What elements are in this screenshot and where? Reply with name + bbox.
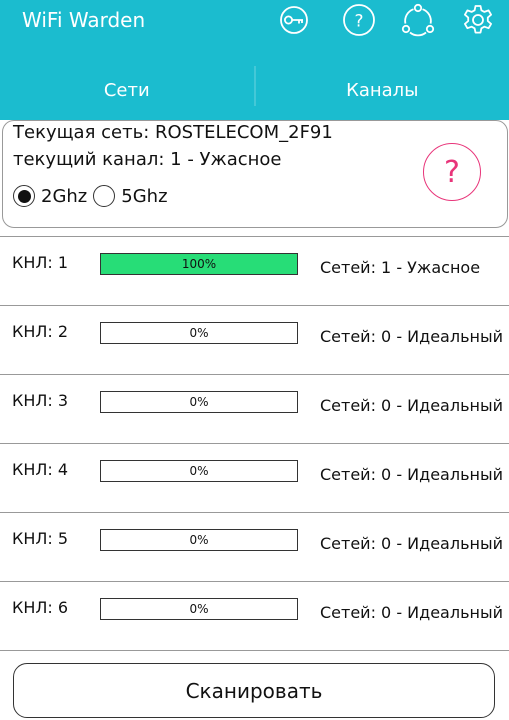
usage-bar: 0% <box>100 391 298 413</box>
network-count: Сетей: 1 - Ужасное <box>320 258 481 277</box>
usage-bar: 100% <box>100 253 298 275</box>
settings-icon[interactable] <box>460 2 496 38</box>
channel-label: КНЛ: 5 <box>12 529 69 548</box>
current-network-card: Текущая сеть: ROSTELECOM_2F91 текущий ка… <box>2 120 508 228</box>
radio-selected-dot <box>17 189 31 203</box>
current-network-text: Текущая сеть: ROSTELECOM_2F91 <box>13 122 333 143</box>
usage-percent: 0% <box>189 533 209 547</box>
channel-label: КНЛ: 2 <box>12 322 69 341</box>
channel-row: КНЛ: 3 0% Сетей: 0 - Идеальный <box>0 374 509 443</box>
network-count: Сетей: 0 - Идеальный <box>320 603 504 622</box>
app-bar: WiFi Warden ? Сети Каналы <box>0 0 509 120</box>
radio-5ghz[interactable] <box>93 185 116 207</box>
current-channel-text: текущий канал: 1 - Ужасное <box>13 149 282 170</box>
channel-label: КНЛ: 3 <box>12 391 69 410</box>
network-count: Сетей: 0 - Идеальный <box>320 534 504 553</box>
usage-bar: 0% <box>100 529 298 551</box>
channel-row: КНЛ: 1 100% Сетей: 1 - Ужасное <box>0 236 509 305</box>
network-count: Сетей: 0 - Идеальный <box>320 327 504 346</box>
usage-bar: 0% <box>100 598 298 620</box>
usage-percent: 0% <box>189 326 209 340</box>
usage-percent: 100% <box>181 257 217 271</box>
channel-label: КНЛ: 4 <box>12 460 69 479</box>
channel-row: КНЛ: 4 0% Сетей: 0 - Идеальный <box>0 443 509 512</box>
channel-row: КНЛ: 2 0% Сетей: 0 - Идеальный <box>0 305 509 374</box>
usage-percent: 0% <box>189 602 209 616</box>
help-icon[interactable]: ? <box>341 2 377 38</box>
channel-label: КНЛ: 6 <box>12 598 69 617</box>
channel-row: КНЛ: 70%Сетей: 0 - <box>0 650 509 662</box>
app-title: WiFi Warden <box>22 8 146 32</box>
tab-bar: Сети Каналы <box>0 60 509 120</box>
usage-percent: 0% <box>189 395 209 409</box>
network-count: Сетей: 0 - Идеальный <box>320 465 504 484</box>
network-count: Сетей: 0 - Идеальный <box>320 396 504 415</box>
share-icon[interactable] <box>400 2 436 38</box>
tab-channels[interactable]: Каналы <box>256 60 509 120</box>
channel-row: КНЛ: 5 0% Сетей: 0 - Идеальный <box>0 512 509 581</box>
scan-button[interactable]: Сканировать <box>13 663 495 718</box>
channel-label: КНЛ: 1 <box>12 253 69 272</box>
help-button[interactable]: ? <box>423 143 481 201</box>
channel-list[interactable]: КНЛ: 1 100% Сетей: 1 - Ужасное КНЛ: 2 0% Сете… <box>0 236 509 662</box>
radio-5ghz-label[interactable]: 5Ghz <box>121 186 167 207</box>
radio-2ghz[interactable] <box>13 185 35 207</box>
radio-2ghz-label[interactable]: 2Ghz <box>41 186 87 207</box>
usage-bar: 0% <box>100 322 298 344</box>
usage-bar: 0% <box>100 460 298 482</box>
tab-networks[interactable]: Сети <box>0 60 254 120</box>
usage-percent: 0% <box>189 464 209 478</box>
channel-row: КНЛ: 6 0% Сетей: 0 - Идеальный <box>0 581 509 650</box>
help-icon-glyph: ? <box>354 12 363 32</box>
band-selector: 2Ghz 5Ghz <box>13 185 174 207</box>
key-icon[interactable] <box>276 2 312 38</box>
